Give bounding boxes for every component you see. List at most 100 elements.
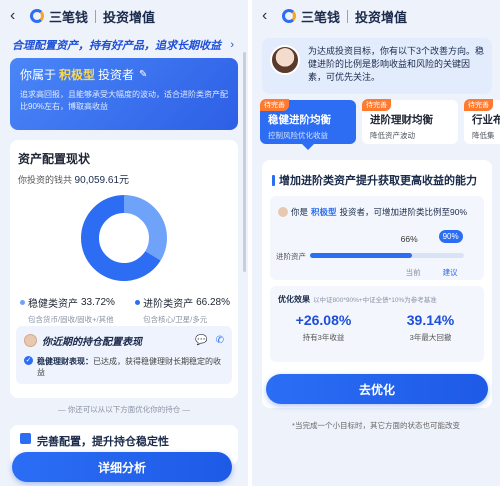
tab-industry[interactable]: 待完善 行业布 降低集 (464, 99, 500, 144)
chat-icon[interactable]: 💬 (195, 335, 207, 346)
tab-title: 进阶理财均衡 (370, 114, 433, 126)
improvement-card: 增加进阶类资产提升获取更高收益的能力 你是 积极型 投资者，可增加进阶类比例至9… (262, 160, 492, 408)
legend-value-advanced: 66.28% (196, 297, 230, 308)
heading-accent (272, 174, 275, 186)
performance-line: ✓ 稳健理财表现：已达成，获得稳健理财长期稳定的收益 (24, 356, 224, 378)
investor-suffix: 投资者 (98, 68, 135, 82)
investor-line: 你是 积极型 投资者，可增加进阶类比例至90% (278, 206, 467, 218)
tab-stable-advanced-balance[interactable]: 待完善 稳健进阶均衡 控制风险优化收益 (260, 99, 356, 150)
right-screen: ‹ 三笔钱 投资增值 为达成投资目标，你有以下3个改善方向。稳健进阶的比例是影响… (252, 0, 500, 486)
investor-type: 积极型 (59, 68, 96, 82)
slogan-banner[interactable]: 合理配置资产，持有好产品，追求长期收益 › (12, 36, 236, 54)
tab-subtitle: 控制风险优化收益 (268, 131, 328, 140)
performance-title: 你近期的持仓配置表现 (42, 337, 142, 348)
legend-value-stable: 33.72% (81, 297, 115, 308)
tab-title: 稳健进阶均衡 (268, 114, 331, 126)
donut-svg (81, 195, 167, 281)
nav-bar: ‹ 三笔钱 投资增值 (252, 0, 500, 32)
optimize-button[interactable]: 去优化 (266, 374, 488, 404)
brand-name: 三笔钱 (301, 9, 341, 25)
phone-icon[interactable]: ✆ (216, 335, 224, 346)
tab-advanced-balance[interactable]: 待完善 进阶理财均衡 降低资产波动 (362, 99, 458, 144)
card-title: 增加进阶类资产提升获取更高收益的能力 (279, 175, 477, 187)
allocation-legend: 稳健类资产 33.72% 包含货币/固收/固收+/其他 进阶类资产 66.28%… (20, 295, 230, 325)
investor-prefix: 你属于 (20, 68, 57, 82)
legend-sub-advanced: 包含核心/卫星/多元 (143, 315, 208, 324)
edit-icon[interactable]: ✎ (139, 69, 147, 80)
metric-return: +26.08% 持有3年收益 (270, 312, 377, 343)
brand-logo-icon (282, 9, 296, 23)
legend-sub-stable: 包含货币/固收/固收+/其他 (28, 315, 114, 324)
legend-item-advanced: 进阶类资产 66.28% 包含核心/卫星/多元 (135, 295, 230, 325)
tab-pointer (302, 144, 314, 150)
investor-type-heading: 你属于 积极型 投资者 ✎ (20, 66, 228, 83)
brand-name: 三笔钱 (49, 9, 89, 25)
improvement-tabs: 待完善 稳健进阶均衡 控制风险优化收益 待完善 进阶理财均衡 降低资产波动 待完… (260, 99, 500, 150)
metric-drawdown-label: 3年最大回撤 (409, 333, 452, 342)
optimize-hint: — 你还可以从以下方面优化你的持仓 — (58, 405, 190, 414)
scrollbar[interactable] (243, 52, 246, 272)
current-value: 66% (400, 234, 418, 244)
legend-dot-stable (20, 300, 25, 305)
opt-note: 以中证800*90%+中证全债*10%为参考基准 (313, 297, 437, 304)
card-heading: 增加进阶类资产提升获取更高收益的能力 (272, 172, 477, 188)
chevron-right-icon: › (230, 39, 234, 51)
advisor-advice: 为达成投资目标，你有以下3个改善方向。稳健进阶的比例是影响收益和风险的关键因素，… (262, 38, 492, 94)
tab-title: 行业布 (472, 114, 500, 126)
opt-heading: 优化效果 以中证800*90%+中证全债*10%为参考基准 (278, 294, 437, 305)
metric-drawdown-value: 39.14% (406, 312, 455, 328)
investor-description: 追求高回报，且能够承受大幅度的波动，适合进阶类资产配比90%左右，博取高收益 (20, 90, 228, 111)
detail-analysis-button[interactable]: 详细分析 (12, 452, 232, 482)
chevron-left-icon[interactable]: ‹ (10, 8, 24, 24)
tab-subtitle: 降低集 (472, 131, 495, 140)
allocation-progress-box: 你是 积极型 投资者，可增加进阶类比例至90% 进阶资产 66% 90% 当前 … (270, 196, 484, 280)
target-value-bubble: 90% (438, 230, 463, 243)
investor-type-card[interactable]: 你属于 积极型 投资者 ✎ 追求高回报，且能够承受大幅度的波动，适合进阶类资产配… (10, 58, 238, 130)
slogan-text: 合理配置资产，持有好产品，追求长期收益 (12, 40, 221, 52)
progress-track (310, 253, 464, 258)
section-icon (20, 433, 31, 444)
holding-performance: 你近期的持仓配置表现 💬 ✆ ✓ 稳健理财表现：已达成，获得稳健理财长期稳定的收… (16, 326, 232, 384)
brand-logo-icon (30, 9, 44, 23)
legend-item-stable: 稳健类资产 33.72% 包含货币/固收/固收+/其他 (20, 295, 115, 325)
progress-label: 进阶资产 (276, 252, 306, 261)
allocation-donut-chart (80, 194, 168, 282)
advisor-avatar (24, 334, 37, 347)
money-label: 你投资的钱共 (18, 175, 73, 185)
status-badge: 待完善 (464, 99, 493, 111)
line-suffix: 投资者，可增加进阶类比例至90% (339, 207, 468, 217)
optimization-effect: 优化效果 以中证800*90%+中证全债*10%为参考基准 +26.08% 持有3… (270, 286, 484, 362)
status-badge: 待完善 (260, 99, 289, 111)
current-tick: 当前 (405, 268, 421, 277)
check-icon: ✓ (24, 356, 33, 365)
legend-dot-advanced (135, 300, 141, 305)
metric-return-value: +26.08% (295, 312, 352, 328)
money-value: 90,059.61元 (74, 175, 130, 186)
nav-divider (95, 9, 97, 23)
opt-title: 优化效果 (278, 295, 310, 304)
chevron-left-icon[interactable]: ‹ (262, 8, 276, 24)
footnote: *当完成一个小目标时，其它方面的状态也可能改变 (292, 421, 460, 430)
metric-drawdown: 39.14% 3年最大回撤 (377, 312, 484, 343)
performance-line-label: 稳健理财表现： (37, 357, 93, 366)
page-title: 投资增值 (355, 9, 408, 25)
status-badge: 待完善 (362, 99, 391, 111)
legend-label-stable: 稳健类资产 (28, 299, 78, 310)
advice-text: 为达成投资目标，你有以下3个改善方向。稳健进阶的比例是影响收益和风险的关键因素，… (308, 46, 485, 82)
nav-bar: ‹ 三笔钱 投资增值 (0, 0, 248, 32)
advisor-avatar (270, 45, 300, 75)
line-type: 积极型 (311, 207, 337, 217)
page-title: 投资增值 (103, 9, 156, 25)
line-prefix: 你是 (291, 207, 309, 217)
left-screen: ‹ 三笔钱 投资增值 合理配置资产，持有好产品，追求长期收益 › 你属于 积极型… (0, 0, 248, 486)
allocation-title: 资产配置现状 (18, 152, 91, 166)
nav-divider (347, 9, 349, 23)
asset-allocation-card: 资产配置现状 你投资的钱共 90,059.61元 稳健类资产 33.72% 包含… (10, 140, 238, 398)
user-avatar (278, 207, 288, 217)
progress-fill (310, 253, 412, 258)
target-tick: 建议 (442, 268, 458, 277)
metric-return-label: 持有3年收益 (302, 333, 345, 342)
legend-label-advanced: 进阶类资产 (143, 299, 194, 310)
total-money: 你投资的钱共 90,059.61元 (18, 171, 230, 186)
tab-subtitle: 降低资产波动 (370, 131, 415, 140)
